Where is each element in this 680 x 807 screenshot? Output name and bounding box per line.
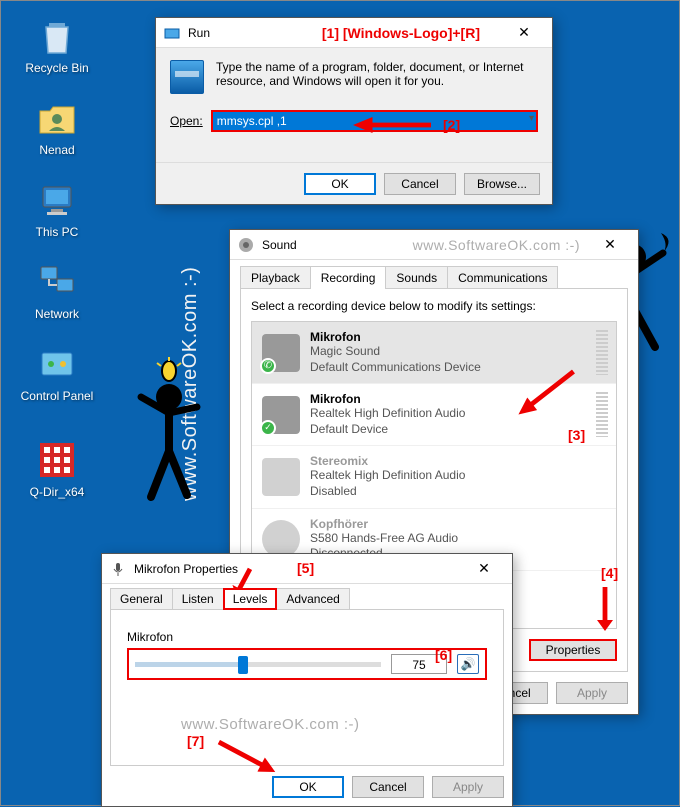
- watermark-vertical: www.SoftwareOK.com :-): [179, 267, 202, 501]
- device-sub: Realtek High Definition Audio: [310, 468, 465, 484]
- tab-advanced[interactable]: Advanced: [276, 588, 349, 610]
- device-name: Mikrofon: [310, 330, 481, 344]
- phone-badge-icon: ✆: [260, 358, 276, 374]
- mic-level-value: 75: [391, 654, 447, 674]
- run-dialog: Run [1] [Windows-Logo]+[R] ✕ Type the na…: [155, 17, 553, 205]
- level-meter: [596, 392, 608, 437]
- tab-communications[interactable]: Communications: [447, 266, 558, 289]
- watermark-inline: www.SoftwareOK.com :-): [181, 716, 541, 733]
- recycle-bin-icon: [36, 15, 78, 57]
- speaker-toggle-icon[interactable]: 🔊: [457, 654, 479, 674]
- sound-apply-button[interactable]: Apply: [556, 682, 628, 704]
- tab-levels[interactable]: Levels: [223, 588, 278, 610]
- check-badge-icon: ✓: [260, 420, 276, 436]
- device-item[interactable]: StereomixRealtek High Definition AudioDi…: [252, 446, 616, 508]
- tab-playback[interactable]: Playback: [240, 266, 311, 289]
- desktop-icon-label: Control Panel: [19, 389, 95, 403]
- microphone-icon: ✓: [262, 396, 300, 434]
- run-title-icon: [164, 25, 180, 41]
- annotation-1: [1] [Windows-Logo]+[R]: [322, 25, 480, 41]
- run-ok-button[interactable]: OK: [304, 173, 376, 195]
- desktop-icon-label: Network: [19, 307, 95, 321]
- control-panel-icon: [36, 343, 78, 385]
- desktop-icon-this-pc[interactable]: This PC: [19, 179, 95, 239]
- sound-tabs: Playback Recording Sounds Communications: [240, 266, 628, 289]
- device-name: Stereomix: [310, 454, 465, 468]
- watermark-inline: www.SoftwareOK.com :-): [413, 237, 580, 253]
- device-name: Kopfhörer: [310, 517, 458, 531]
- run-browse-button[interactable]: Browse...: [464, 173, 540, 195]
- microphone-icon: [110, 561, 126, 577]
- props-cancel-button[interactable]: Cancel: [352, 776, 424, 798]
- sound-hint: Select a recording device below to modif…: [251, 299, 617, 313]
- device-status: Default Communications Device: [310, 360, 481, 376]
- run-cancel-button[interactable]: Cancel: [384, 173, 456, 195]
- close-button[interactable]: ✕: [590, 231, 630, 259]
- desktop-icon-qdir[interactable]: Q-Dir_x64: [19, 439, 95, 499]
- props-tabs: General Listen Levels Advanced: [110, 588, 504, 610]
- props-ok-button[interactable]: OK: [272, 776, 344, 798]
- desktop-icon-label: Recycle Bin: [19, 61, 95, 75]
- tab-general[interactable]: General: [110, 588, 173, 610]
- close-button[interactable]: ✕: [504, 19, 544, 47]
- qdir-icon: [36, 439, 78, 481]
- sound-title: Sound: [262, 238, 413, 252]
- device-item[interactable]: ✆ MikrofonMagic SoundDefault Communicati…: [252, 322, 616, 384]
- device-item[interactable]: ✓ MikrofonRealtek High Definition AudioD…: [252, 384, 616, 446]
- desktop-icon-control-panel[interactable]: Control Panel: [19, 343, 95, 403]
- desktop-icon-recycle-bin[interactable]: Recycle Bin: [19, 15, 95, 75]
- this-pc-icon: [36, 179, 78, 221]
- user-folder-icon: [36, 97, 78, 139]
- device-sub: Magic Sound: [310, 344, 481, 360]
- sound-titlebar[interactable]: Sound www.SoftwareOK.com :-) ✕: [230, 230, 638, 260]
- run-description: Type the name of a program, folder, docu…: [216, 60, 538, 94]
- stereomix-icon: [262, 458, 300, 496]
- device-status: Default Device: [310, 422, 465, 438]
- run-body-icon: [170, 60, 204, 94]
- speaker-icon: [238, 237, 254, 253]
- desktop-icon-network[interactable]: Network: [19, 261, 95, 321]
- desktop-icon-label: Nenad: [19, 143, 95, 157]
- slider-label: Mikrofon: [127, 630, 487, 644]
- device-name: Mikrofon: [310, 392, 465, 406]
- desktop-icon-label: Q-Dir_x64: [19, 485, 95, 499]
- device-sub: S580 Hands-Free AG Audio: [310, 531, 458, 547]
- device-sub: Realtek High Definition Audio: [310, 406, 465, 422]
- props-apply-button[interactable]: Apply: [432, 776, 504, 798]
- network-icon: [36, 261, 78, 303]
- tab-sounds[interactable]: Sounds: [385, 266, 448, 289]
- level-meter: [596, 330, 608, 375]
- run-open-input[interactable]: [211, 110, 538, 132]
- tab-listen[interactable]: Listen: [172, 588, 224, 610]
- mic-properties-dialog: Mikrofon Properties ✕ General Listen Lev…: [101, 553, 513, 807]
- run-title: Run: [188, 26, 322, 40]
- run-open-label: Open:: [170, 114, 203, 128]
- decorative-figure-left: [123, 357, 209, 507]
- props-titlebar[interactable]: Mikrofon Properties ✕: [102, 554, 512, 584]
- run-open-combobox[interactable]: ▾: [211, 110, 538, 132]
- props-title: Mikrofon Properties: [134, 562, 464, 576]
- microphone-icon: ✆: [262, 334, 300, 372]
- desktop-icon-label: This PC: [19, 225, 95, 239]
- run-titlebar[interactable]: Run [1] [Windows-Logo]+[R] ✕: [156, 18, 552, 48]
- close-button[interactable]: ✕: [464, 555, 504, 583]
- chevron-down-icon[interactable]: ▾: [529, 113, 534, 124]
- mic-level-slider[interactable]: [135, 662, 381, 667]
- tab-recording[interactable]: Recording: [310, 266, 387, 289]
- sound-properties-button[interactable]: Properties: [529, 639, 617, 661]
- device-status: Disabled: [310, 484, 465, 500]
- desktop-icon-user[interactable]: Nenad: [19, 97, 95, 157]
